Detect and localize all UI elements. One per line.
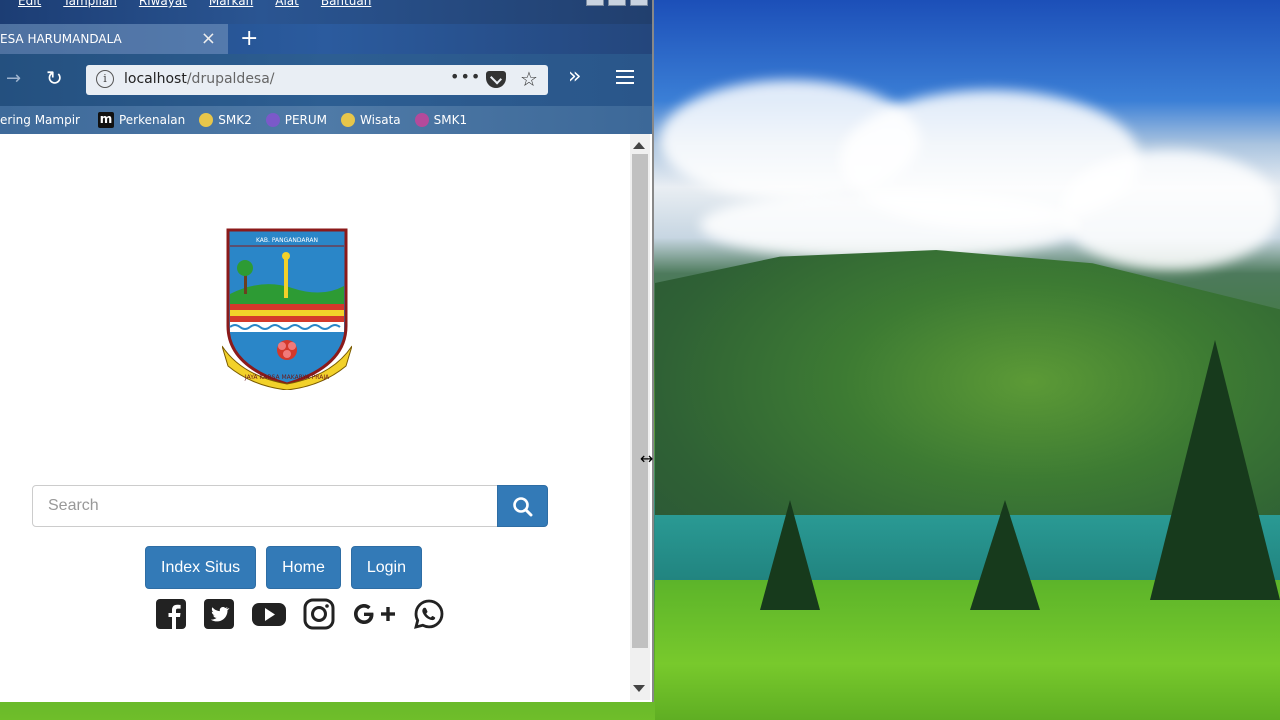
menu-bantuan[interactable]: Bantuan <box>321 0 371 8</box>
logo-ribbon-text: JAYA KARSA MAKARYA PRAJA <box>244 374 330 381</box>
bookmark-item[interactable]: ering Mampir <box>0 113 80 127</box>
bookmark-label: SMK1 <box>433 113 468 127</box>
url-path: /drupaldesa/ <box>186 71 275 87</box>
favicon-icon <box>414 113 429 127</box>
url-text[interactable]: localhost/drupaldesa/ <box>124 71 275 87</box>
overflow-chevron-icon[interactable]: » <box>568 64 581 89</box>
menu-bar: Edit Tampilan Riwayat Markah Alat Bantua… <box>18 0 371 8</box>
maximize-button[interactable] <box>608 0 626 6</box>
bookmark-item[interactable]: Wisata <box>341 113 401 127</box>
bookmarks-bar: ering Mampir m Perkenalan SMK2 PERUM Wisa… <box>0 106 652 134</box>
page-actions-icon[interactable]: ••• <box>450 67 481 86</box>
bookmark-item[interactable]: SMK1 <box>414 113 468 127</box>
menu-alat[interactable]: Alat <box>275 0 299 8</box>
cloud <box>700 190 1080 260</box>
bookmark-label: SMK2 <box>218 113 252 127</box>
scroll-thumb[interactable] <box>632 154 648 648</box>
navigation-bar: → ↻ i localhost/drupaldesa/ ••• ☆ » <box>0 54 652 106</box>
vertical-scrollbar[interactable] <box>630 134 650 700</box>
bookmark-item[interactable]: SMK2 <box>199 113 252 127</box>
url-host: localhost <box>124 71 187 87</box>
new-tab-icon[interactable]: + <box>240 24 258 54</box>
favicon-icon <box>265 113 280 127</box>
facebook-icon[interactable] <box>155 598 187 634</box>
kab-pangandaran-logo: KAB. PANGANDARAN JAYA KARSA MAKARYA PRAJ… <box>222 228 352 390</box>
menu-tampilan[interactable]: Tampilan <box>63 0 117 8</box>
browser-window: Edit Tampilan Riwayat Markah Alat Bantua… <box>0 0 652 702</box>
menu-markah[interactable]: Markah <box>209 0 253 8</box>
info-icon[interactable]: i <box>96 70 114 88</box>
bookmark-label: ering Mampir <box>0 113 80 127</box>
instagram-icon[interactable] <box>303 598 335 634</box>
google-plus-icon[interactable] <box>351 598 397 634</box>
bookmark-item[interactable]: PERUM <box>265 113 328 127</box>
search-input[interactable] <box>32 485 498 527</box>
bookmark-label: Wisata <box>360 113 401 127</box>
m-logo-icon: m <box>97 112 114 128</box>
search-icon <box>513 497 533 517</box>
bookmark-item[interactable]: m Perkenalan <box>97 112 186 128</box>
hamburger-menu-icon[interactable] <box>616 66 634 88</box>
minimize-button[interactable] <box>586 0 604 6</box>
reload-icon[interactable]: ↻ <box>46 66 63 90</box>
forward-arrow-icon[interactable]: → <box>6 68 21 89</box>
close-window-button[interactable] <box>630 0 648 6</box>
menu-edit[interactable]: Edit <box>18 0 41 8</box>
tab-active[interactable]: ESA HARUMANDALA × <box>0 24 228 54</box>
youtube-icon[interactable] <box>251 598 287 634</box>
meadow <box>655 580 1280 720</box>
cloud <box>1060 150 1280 270</box>
tab-title: ESA HARUMANDALA <box>0 32 122 46</box>
favicon-icon <box>341 113 356 127</box>
twitter-icon[interactable] <box>203 598 235 634</box>
home-button[interactable]: Home <box>266 546 341 589</box>
tab-bar: ESA HARUMANDALA × + <box>0 24 652 54</box>
index-situs-button[interactable]: Index Situs <box>145 546 257 589</box>
login-button[interactable]: Login <box>350 546 422 589</box>
menu-riwayat[interactable]: Riwayat <box>139 0 187 8</box>
scroll-up-icon[interactable] <box>633 142 645 149</box>
search-button[interactable] <box>497 485 548 527</box>
bookmark-label: PERUM <box>284 113 328 127</box>
resize-cursor-icon: ↔ <box>640 449 654 468</box>
url-bar[interactable]: i localhost/drupaldesa/ ••• ☆ <box>86 65 548 95</box>
pocket-icon[interactable] <box>486 71 506 88</box>
title-bar: Edit Tampilan Riwayat Markah Alat Bantua… <box>0 0 652 24</box>
favicon-icon <box>199 113 214 127</box>
scroll-down-icon[interactable] <box>633 685 645 692</box>
whatsapp-icon[interactable] <box>413 598 445 634</box>
bookmark-label: Perkenalan <box>118 113 186 127</box>
window-controls <box>586 0 648 6</box>
action-buttons: Index Situs Home Login <box>145 546 422 589</box>
search-form <box>32 485 548 527</box>
logo-top-text: KAB. PANGANDARAN <box>256 237 318 244</box>
tab-close-icon[interactable]: × <box>201 24 216 54</box>
social-links <box>155 598 445 634</box>
bookmark-star-icon[interactable]: ☆ <box>520 67 538 91</box>
